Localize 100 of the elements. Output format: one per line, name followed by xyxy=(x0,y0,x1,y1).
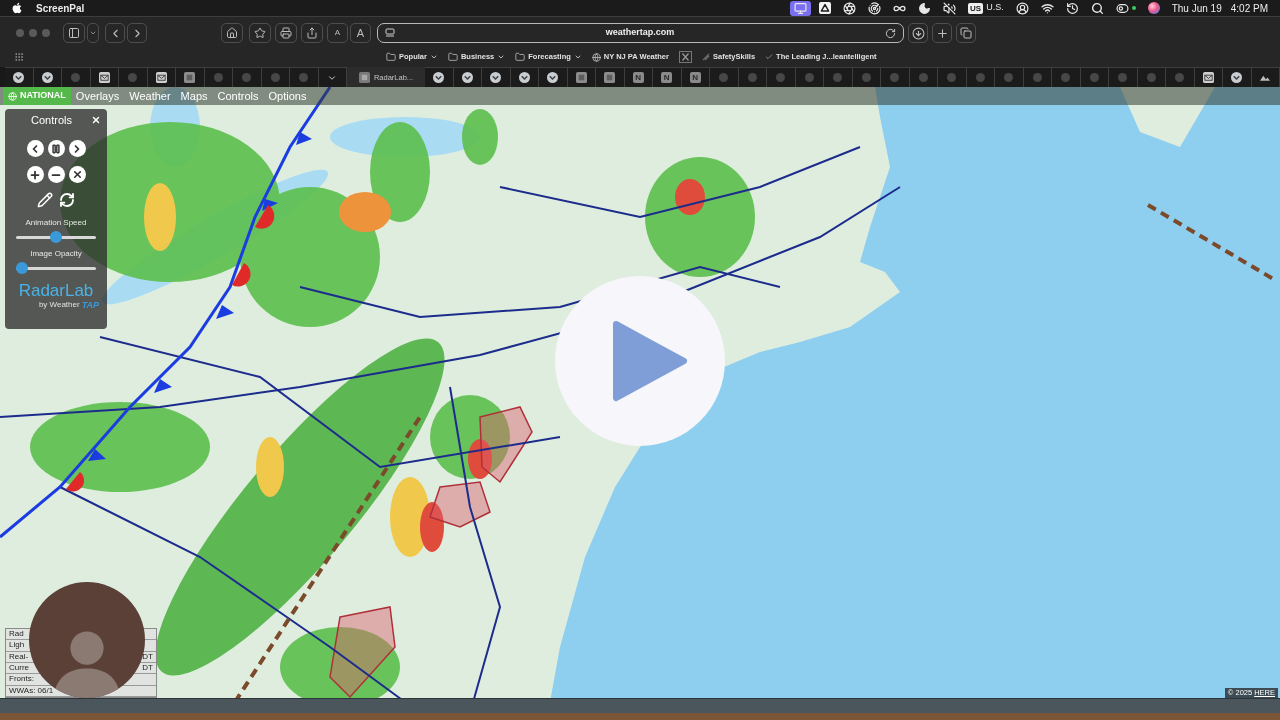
legend-text: Curre xyxy=(9,664,29,673)
browser-tab[interactable]: N xyxy=(681,67,710,87)
legend-text: Rad xyxy=(9,630,24,639)
search-icon xyxy=(1090,1,1104,15)
browser-tab[interactable] xyxy=(567,67,596,87)
refresh-icon[interactable] xyxy=(59,192,75,208)
faded-logo-icon xyxy=(918,73,928,82)
color-orb-icon xyxy=(1147,2,1160,14)
menu-bar-button[interactable]: US U.S. xyxy=(964,0,1008,16)
forward-button[interactable] xyxy=(127,23,147,43)
boxed-x-icon xyxy=(678,51,692,63)
browser-tab[interactable] xyxy=(453,67,482,87)
smaller-text-button[interactable]: A xyxy=(327,23,348,43)
previous-button[interactable] xyxy=(26,140,44,157)
browser-tab[interactable] xyxy=(1223,67,1252,87)
browser-tab[interactable] xyxy=(596,67,625,87)
print-button[interactable] xyxy=(275,23,297,43)
faded-logo-icon xyxy=(1175,73,1185,82)
status-dot-icon xyxy=(1131,6,1136,10)
pencil-icon[interactable] xyxy=(37,192,53,208)
browser-tab[interactable] xyxy=(1251,67,1280,87)
tabs-icon xyxy=(960,27,972,39)
clock-history-icon xyxy=(1065,1,1079,15)
faded-logo-icon xyxy=(213,73,223,82)
round-emblem-icon xyxy=(518,72,530,83)
larger-text-button[interactable]: A xyxy=(350,23,371,43)
faded-logo-icon xyxy=(833,73,843,82)
apple-logo-icon[interactable] xyxy=(11,2,23,14)
faded-logo-icon xyxy=(270,73,280,82)
faded-logo-icon xyxy=(975,73,985,82)
bookmark-button[interactable] xyxy=(249,23,271,43)
round-emblem-icon xyxy=(433,72,445,83)
browser-tab[interactable] xyxy=(33,67,62,87)
map-menu-item[interactable]: Weather xyxy=(124,87,176,105)
address-text: weathertap.com xyxy=(604,26,676,40)
logo-byline: by Weather xyxy=(38,300,80,310)
chevron-down-icon xyxy=(429,53,438,61)
browser-tab[interactable] xyxy=(90,67,119,87)
faded-logo-icon xyxy=(71,73,81,82)
back-button[interactable] xyxy=(105,23,125,43)
faded-logo-icon xyxy=(804,73,814,82)
share-button[interactable] xyxy=(301,23,323,43)
slider-track[interactable] xyxy=(16,231,96,243)
browser-tab[interactable]: N xyxy=(624,67,653,87)
round-emblem-icon xyxy=(490,72,502,83)
map-menu-item[interactable]: Controls xyxy=(212,87,264,105)
browser-tab[interactable]: N xyxy=(653,67,682,87)
map-menu-item[interactable]: Options xyxy=(263,87,312,105)
downloads-button[interactable] xyxy=(908,23,928,43)
square-tile-icon xyxy=(604,72,616,83)
wifi-icon xyxy=(1040,1,1054,15)
address-field[interactable]: weathertap.com xyxy=(377,23,904,43)
sidebar-button[interactable] xyxy=(63,23,85,43)
folder-icon xyxy=(447,52,458,62)
browser-tab[interactable] xyxy=(176,67,205,87)
slash-logo-icon xyxy=(701,53,710,61)
browser-tab[interactable] xyxy=(425,67,454,87)
sidebar-icon xyxy=(68,27,80,39)
letter-tile: N xyxy=(689,72,701,83)
pause-button[interactable] xyxy=(47,140,65,157)
app-menu[interactable]: ScreenPal xyxy=(36,0,85,16)
new-tab-button[interactable] xyxy=(932,23,952,43)
browser-tab[interactable] xyxy=(510,67,539,87)
faded-logo-icon xyxy=(1004,73,1014,82)
menu-bar-time[interactable]: 4:02 PM xyxy=(1230,0,1268,16)
home-button[interactable] xyxy=(221,23,243,43)
bookmark-link[interactable] xyxy=(678,51,692,63)
slider-thumb[interactable] xyxy=(50,231,62,243)
tab-overview-button[interactable] xyxy=(956,23,976,43)
browser-tab[interactable] xyxy=(1194,67,1223,87)
menu-bar-date[interactable]: Thu Jun 19 xyxy=(1171,0,1222,16)
muted-speaker-icon xyxy=(943,1,957,15)
page-favicon-icon xyxy=(358,72,370,83)
browser-tab[interactable] xyxy=(5,67,34,87)
zoom-in-button[interactable] xyxy=(26,166,44,183)
browser-tab[interactable] xyxy=(539,67,568,87)
faded-logo-icon xyxy=(1146,73,1156,82)
browser-tab[interactable] xyxy=(482,67,511,87)
round-emblem-icon xyxy=(13,72,25,83)
clear-button[interactable] xyxy=(68,166,86,183)
next-button[interactable] xyxy=(68,140,86,157)
play-icon xyxy=(612,320,688,402)
faded-logo-icon xyxy=(1032,73,1042,82)
zoom-out-button[interactable] xyxy=(47,166,65,183)
page-menu-icon xyxy=(385,28,395,38)
reload-icon[interactable] xyxy=(885,27,896,39)
check-icon xyxy=(765,53,774,61)
map-menu-item[interactable]: Maps xyxy=(175,87,213,105)
slider-thumb[interactable] xyxy=(16,262,28,274)
printer-icon xyxy=(280,27,292,39)
monitor-icon xyxy=(794,1,808,15)
browser-tab[interactable] xyxy=(147,67,176,87)
envelope-icon xyxy=(155,72,167,83)
close-icon[interactable] xyxy=(91,115,101,125)
map-menu-item[interactable]: Overlays xyxy=(70,87,125,105)
slider-track[interactable] xyxy=(16,262,96,274)
panel-title: Controls xyxy=(31,112,72,128)
grid-icon[interactable] xyxy=(14,52,24,62)
menu-bar-button[interactable] xyxy=(790,0,812,16)
star-icon xyxy=(254,27,266,39)
